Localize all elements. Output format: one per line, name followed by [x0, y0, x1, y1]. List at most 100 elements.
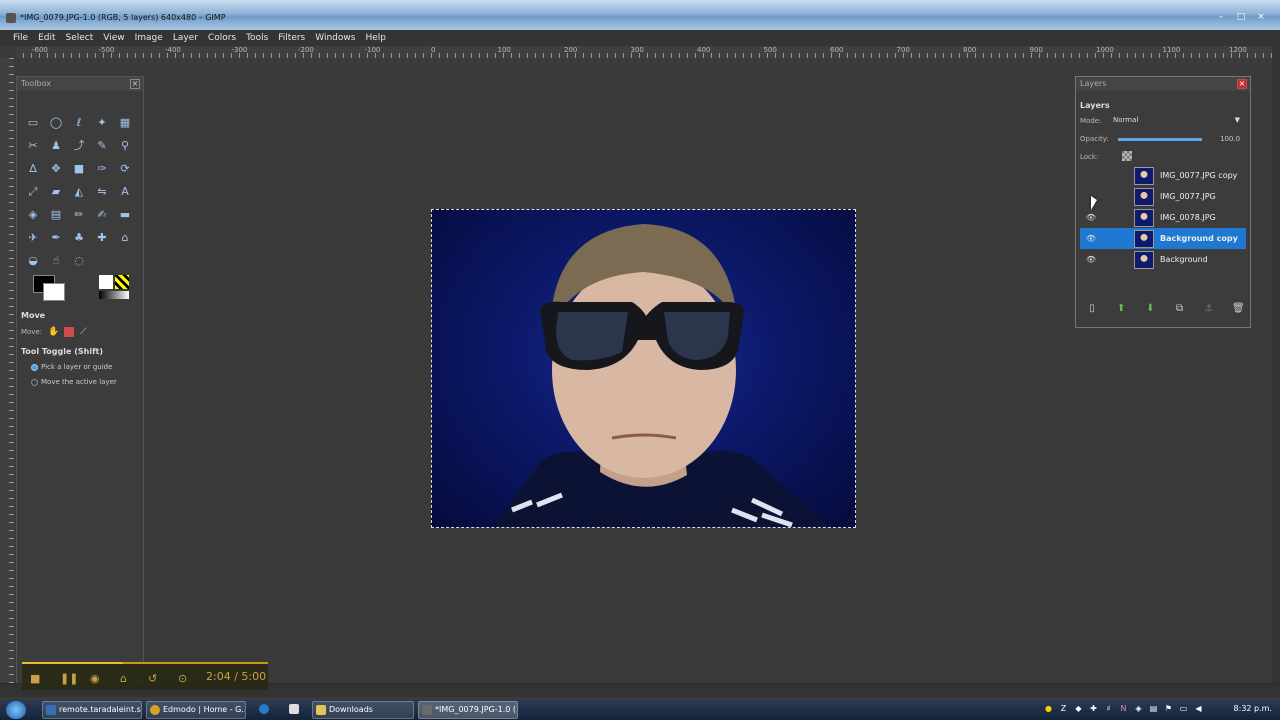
menu-tools[interactable]: Tools	[241, 30, 273, 46]
move-layer-mode-icon[interactable]: ✋	[48, 327, 59, 337]
layer-name[interactable]: IMG_0077.JPG copy	[1160, 171, 1237, 180]
measure-icon[interactable]: ∆	[25, 161, 41, 177]
menu-layer[interactable]: Layer	[168, 30, 203, 46]
taskbar-item-remote[interactable]: remote.taradaleint.s...	[42, 701, 142, 719]
opacity-slider[interactable]	[1118, 138, 1202, 141]
visibility-eye-icon[interactable]: 👁	[1084, 213, 1098, 222]
menu-filters[interactable]: Filters	[273, 30, 310, 46]
lock-alpha-icon[interactable]	[1122, 151, 1132, 161]
foreground-select-icon[interactable]: ♟	[48, 138, 64, 154]
layer-name[interactable]: IMG_0078.JPG	[1160, 213, 1216, 222]
taskbar-item-edmodo[interactable]: Edmodo | Home - G...	[146, 701, 246, 719]
zoom-icon[interactable]: ⚲	[117, 138, 133, 154]
anchor-layer-icon[interactable]: ⚓	[1203, 303, 1215, 315]
tray-app-icon[interactable]: ✚	[1089, 704, 1098, 714]
pick-layer-radio[interactable]: Pick a layer or guide	[31, 363, 112, 371]
new-layer-icon[interactable]: ▯	[1086, 303, 1098, 315]
menu-file[interactable]: File	[8, 30, 33, 46]
rotate-icon[interactable]: ⟳	[117, 161, 133, 177]
dodge-burn-icon[interactable]: ◌	[71, 253, 87, 269]
maximize-button[interactable]: □	[1234, 12, 1248, 22]
stop-icon[interactable]: ■	[30, 672, 40, 685]
taskbar-item-media[interactable]	[286, 701, 304, 719]
perspective-clone-icon[interactable]: ⌂	[117, 230, 133, 246]
menu-colors[interactable]: Colors	[203, 30, 241, 46]
visibility-eye-icon[interactable]: 👁	[1084, 234, 1098, 243]
move-icon[interactable]: ✥	[48, 161, 64, 177]
ellipse-select-icon[interactable]: ◯	[48, 115, 64, 131]
smudge-icon[interactable]: ☝	[48, 253, 64, 269]
rect-select-icon[interactable]: ▭	[25, 115, 41, 131]
ink-icon[interactable]: ✒	[48, 230, 64, 246]
layer-row[interactable]: 👁 Background copy	[1080, 228, 1246, 249]
settings-icon[interactable]: ⊙	[178, 672, 187, 685]
taskbar-item-gimp[interactable]: *IMG_0079.JPG-1.0 (...	[418, 701, 518, 719]
tray-app-icon[interactable]: ♯	[1104, 704, 1113, 714]
menu-windows[interactable]: Windows	[310, 30, 360, 46]
scissors-select-icon[interactable]: ✂	[25, 138, 41, 154]
blend-icon[interactable]: ▤	[48, 207, 64, 223]
clock[interactable]: 8:32 p.m.	[1234, 704, 1272, 713]
align-icon[interactable]: ■	[71, 161, 87, 177]
brush-indicator[interactable]	[99, 275, 113, 289]
minimize-button[interactable]: –	[1214, 12, 1228, 22]
menu-help[interactable]: Help	[360, 30, 391, 46]
bucket-fill-icon[interactable]: ◈	[25, 207, 41, 223]
tray-app-icon[interactable]: ◈	[1134, 704, 1143, 714]
perspective-icon[interactable]: ◭	[71, 184, 87, 200]
lock-icon[interactable]: ⌂	[120, 672, 127, 685]
pause-icon[interactable]: ❚❚	[60, 672, 78, 685]
toolbox-close-icon[interactable]: ×	[130, 79, 140, 89]
lower-layer-icon[interactable]: ⬇	[1144, 303, 1156, 315]
layers-close-icon[interactable]: ×	[1237, 79, 1247, 89]
crop-icon[interactable]: ✑	[94, 161, 110, 177]
taskbar-item-downloads[interactable]: Downloads	[312, 701, 414, 719]
layer-row[interactable]: IMG_0077.JPG copy	[1080, 165, 1246, 186]
tray-app-icon[interactable]: ▭	[1179, 704, 1188, 714]
flip-icon[interactable]: ⇋	[94, 184, 110, 200]
select-by-color-icon[interactable]: ▦	[117, 115, 133, 131]
menu-edit[interactable]: Edit	[33, 30, 60, 46]
tray-app-icon[interactable]: ◆	[1074, 704, 1083, 714]
raise-layer-icon[interactable]: ⬆	[1115, 303, 1127, 315]
image-photo[interactable]	[431, 209, 856, 528]
horizontal-ruler[interactable]: -600 -500 -400 -300 -200 -100 0 100 200 300 400 500…	[16, 46, 1278, 58]
pattern-indicator[interactable]	[115, 275, 129, 289]
move-active-layer-radio[interactable]: Move the active layer	[31, 378, 117, 386]
video-progress-bar[interactable]	[22, 662, 123, 664]
tray-z-icon[interactable]: Z	[1059, 704, 1068, 714]
move-path-mode-icon[interactable]: ⟋	[80, 327, 90, 337]
paintbrush-icon[interactable]: ✍	[94, 207, 110, 223]
network-icon[interactable]: ▤	[1149, 704, 1158, 714]
opacity-value[interactable]: 100.0	[1220, 135, 1240, 143]
paths-icon[interactable]: ⤴	[71, 138, 87, 154]
volume-tray-icon[interactable]: ◀	[1194, 704, 1203, 714]
rewind-icon[interactable]: ↺	[148, 672, 157, 685]
text-icon[interactable]: A	[117, 184, 133, 200]
start-button[interactable]	[6, 701, 26, 719]
blur-sharpen-icon[interactable]: ◒	[25, 253, 41, 269]
mode-dropdown[interactable]: Normal ▼	[1112, 116, 1242, 126]
fuzzy-select-icon[interactable]: ✦	[94, 115, 110, 131]
close-button[interactable]: ×	[1254, 12, 1268, 22]
scale-icon[interactable]: ⤢	[25, 184, 41, 200]
menu-image[interactable]: Image	[130, 30, 168, 46]
layer-row[interactable]: IMG_0077.JPG	[1080, 186, 1246, 207]
gimp-app-icon[interactable]	[6, 13, 16, 23]
heal-icon[interactable]: ✚	[94, 230, 110, 246]
menu-view[interactable]: View	[98, 30, 129, 46]
move-selection-mode-icon[interactable]	[64, 327, 75, 337]
free-select-icon[interactable]: ℓ	[71, 115, 87, 131]
color-picker-icon[interactable]: ✎	[94, 138, 110, 154]
duplicate-layer-icon[interactable]: ⧉	[1174, 303, 1186, 315]
vertical-ruler[interactable]	[0, 58, 14, 688]
background-color-swatch[interactable]	[43, 283, 65, 301]
layer-name[interactable]: IMG_0077.JPG	[1160, 192, 1216, 201]
delete-layer-icon[interactable]: 🗑	[1232, 303, 1245, 315]
layer-name[interactable]: Background	[1160, 255, 1208, 264]
layer-name[interactable]: Background copy	[1160, 234, 1238, 243]
flag-icon[interactable]: ⚑	[1164, 704, 1173, 714]
shear-icon[interactable]: ▰	[48, 184, 64, 200]
taskbar-item-ie[interactable]	[256, 701, 274, 719]
onenote-icon[interactable]: N	[1119, 704, 1128, 714]
